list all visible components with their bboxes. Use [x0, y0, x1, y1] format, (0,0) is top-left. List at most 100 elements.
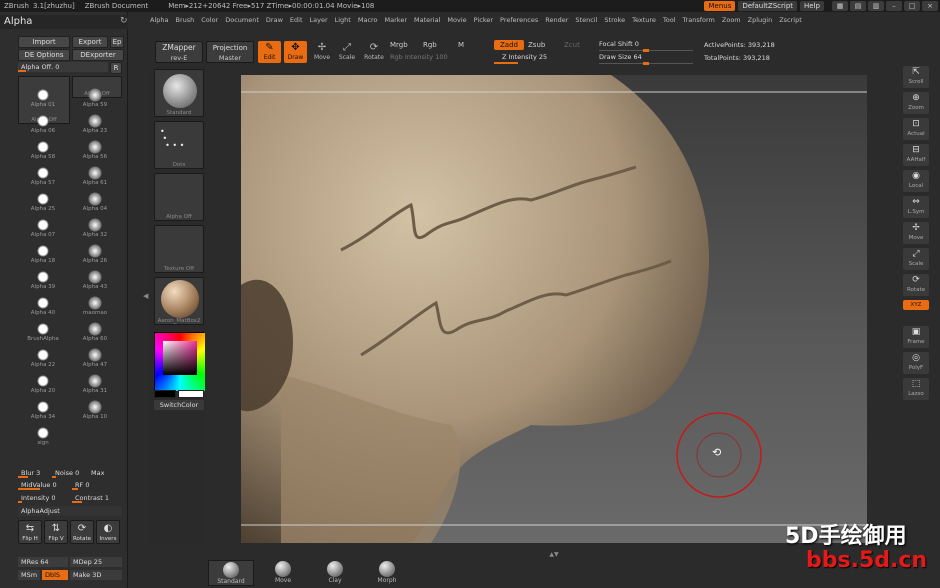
invers-button[interactable]: ◐ Invers — [96, 520, 120, 544]
menu-movie[interactable]: Movie — [447, 16, 466, 24]
shelf-actual-button[interactable]: ⊡ Actual — [903, 118, 929, 140]
rgb-intensity-slider[interactable]: Rgb Intensity 100 — [390, 53, 486, 63]
brush-move-button[interactable]: Move — [260, 560, 306, 586]
alpha-thumb-6[interactable]: Alpha 56 — [70, 140, 120, 164]
zcut-button[interactable]: Zcut — [564, 41, 580, 49]
menu-document[interactable]: Document — [225, 16, 259, 24]
rotate-button[interactable]: ⟳ Rotate — [70, 520, 94, 544]
layout-icon-3[interactable]: ▥ — [868, 1, 884, 11]
alpha-thumb-2[interactable]: Alpha 59 — [70, 88, 120, 112]
alpha-thumb-25[interactable]: Alpha 34 — [18, 400, 68, 424]
menu-marker[interactable]: Marker — [385, 16, 407, 24]
contrast-slider[interactable]: Contrast 1 — [72, 493, 118, 503]
menu-layer[interactable]: Layer — [310, 16, 328, 24]
menu-zoom[interactable]: Zoom — [722, 16, 741, 24]
bottom-shelf-handle[interactable]: ▲▼ — [546, 551, 562, 558]
menu-material[interactable]: Material — [414, 16, 440, 24]
alpha-thumb-3[interactable]: Alpha 06 — [18, 114, 68, 138]
layout-icon-2[interactable]: ▤ — [850, 1, 866, 11]
blur-slider[interactable]: Blur 3 — [18, 468, 52, 478]
help-button[interactable]: Help — [800, 1, 824, 11]
menu-color[interactable]: Color — [201, 16, 218, 24]
mrgb-button[interactable]: Mrgb — [390, 41, 408, 49]
alpha-thumb-8[interactable]: Alpha 61 — [70, 166, 120, 190]
menu-transform[interactable]: Transform — [683, 16, 715, 24]
import-button[interactable]: Import — [18, 36, 70, 48]
edit-button[interactable]: ✎ Edit — [258, 41, 281, 63]
zadd-button[interactable]: Zadd — [494, 40, 524, 50]
alpha-thumb-4[interactable]: Alpha 23 — [70, 114, 120, 138]
msm-button[interactable]: MSm — [18, 570, 40, 580]
alpha-thumb-18[interactable]: maomao — [70, 296, 120, 320]
saturation-square[interactable] — [163, 341, 197, 375]
alpha-thumb-11[interactable]: Alpha 07 — [18, 218, 68, 242]
brush-morph-button[interactable]: Morph — [364, 560, 410, 586]
noise-slider[interactable]: Noise 0 — [52, 468, 86, 478]
shelf-zoom-button[interactable]: ⊕ Zoom — [903, 92, 929, 114]
menu-zplugin[interactable]: Zplugin — [748, 16, 773, 24]
z-intensity-slider[interactable]: Z Intensity 25 — [494, 53, 590, 64]
menu-preferences[interactable]: Preferences — [500, 16, 538, 24]
shelf-move-button[interactable]: ✢ Move — [903, 222, 929, 244]
alpha-thumb-17[interactable]: Alpha 40 — [18, 296, 68, 320]
brush-thumb[interactable]: Standard — [154, 69, 204, 117]
shelf-scroll-button[interactable]: ⇱ Scroll — [903, 66, 929, 88]
rgb-button[interactable]: Rgb — [423, 41, 437, 49]
max-button[interactable]: Max — [88, 468, 118, 478]
make3d-button[interactable]: Make 3D — [70, 570, 122, 580]
export-button[interactable]: Export — [72, 36, 108, 48]
move-mode-button[interactable]: ✢ Move — [311, 41, 333, 63]
color-picker[interactable] — [154, 332, 205, 391]
menu-macro[interactable]: Macro — [358, 16, 378, 24]
alpha-thumb-1[interactable]: Alpha 01 — [18, 88, 68, 112]
dexporter-button[interactable]: DExporter — [72, 49, 124, 61]
alpha-thumb-26[interactable]: Alpha 10 — [70, 400, 120, 424]
alpha-thumb-7[interactable]: Alpha 57 — [18, 166, 68, 190]
shelf-local-button[interactable]: ◉ Local — [903, 170, 929, 192]
menu-stencil[interactable]: Stencil — [575, 16, 597, 24]
left-panel-collapse-handle[interactable]: ◀ — [143, 292, 149, 306]
minimize-icon[interactable]: – — [886, 1, 902, 11]
shelf-frame-button[interactable]: ▣ Frame — [903, 326, 929, 348]
menu-edit[interactable]: Edit — [290, 16, 303, 24]
switch-color-button[interactable]: SwitchColor — [154, 400, 204, 410]
flip-v-button[interactable]: ⇅ Flip V — [44, 520, 68, 544]
alpha-thumb-5[interactable]: Alpha 58 — [18, 140, 68, 164]
alpha-thumb-19[interactable]: BrushAlpha — [18, 322, 68, 346]
alpha-thumb-9[interactable]: Alpha 25 — [18, 192, 68, 216]
zmapper-button[interactable]: ZMapper rev-E — [155, 41, 203, 63]
menu-picker[interactable]: Picker — [474, 16, 493, 24]
intensity-slider[interactable]: Intensity 0 — [18, 493, 72, 503]
menus-button[interactable]: Menus — [704, 1, 736, 11]
layout-icon[interactable]: ▦ — [832, 1, 848, 11]
focal-shift-slider[interactable]: Focal Shift 0 — [599, 40, 695, 52]
de-options-button[interactable]: DE Options — [18, 49, 70, 61]
mres-slider[interactable]: MRes 64 — [18, 557, 68, 567]
brush-clay-button[interactable]: Clay — [312, 560, 358, 586]
shelf-scale-button[interactable]: ⤢ Scale — [903, 248, 929, 270]
palette-refresh-icon[interactable]: ↻ — [120, 16, 128, 26]
alpha-thumb[interactable]: Alpha Off — [154, 173, 204, 221]
shelf-rotate-button[interactable]: ⟳ Rotate — [903, 274, 929, 296]
menu-tool[interactable]: Tool — [663, 16, 676, 24]
close-icon[interactable]: × — [922, 1, 938, 11]
zsub-button[interactable]: Zsub — [528, 41, 545, 49]
maximize-icon[interactable]: □ — [904, 1, 920, 11]
alpha-thumb-21[interactable]: Alpha 22 — [18, 348, 68, 372]
m-button[interactable]: M — [458, 41, 464, 49]
default-zscript-button[interactable]: DefaultZScript — [738, 1, 798, 11]
alpha-thumb-27[interactable]: sign — [18, 426, 68, 450]
midvalue-slider[interactable]: MidValue 0 — [18, 480, 72, 490]
alpha-thumb-15[interactable]: Alpha 39 — [18, 270, 68, 294]
menu-brush[interactable]: Brush — [175, 16, 194, 24]
flip-h-button[interactable]: ⇆ Flip H — [18, 520, 42, 544]
shelf-aahalf-button[interactable]: ⊟ AAHalf — [903, 144, 929, 166]
scale-mode-button[interactable]: ⤢ Scale — [336, 41, 358, 63]
alpha-thumb-24[interactable]: Alpha 31 — [70, 374, 120, 398]
draw-size-slider[interactable]: Draw Size 64 — [599, 53, 695, 65]
rf-slider[interactable]: RF 0 — [72, 480, 118, 490]
menu-texture[interactable]: Texture — [632, 16, 656, 24]
projection-master-button[interactable]: Projection Master — [206, 41, 254, 63]
shelf-lazso-button[interactable]: ⬚ Lazso — [903, 378, 929, 400]
dbls-button[interactable]: DblS — [42, 570, 68, 580]
